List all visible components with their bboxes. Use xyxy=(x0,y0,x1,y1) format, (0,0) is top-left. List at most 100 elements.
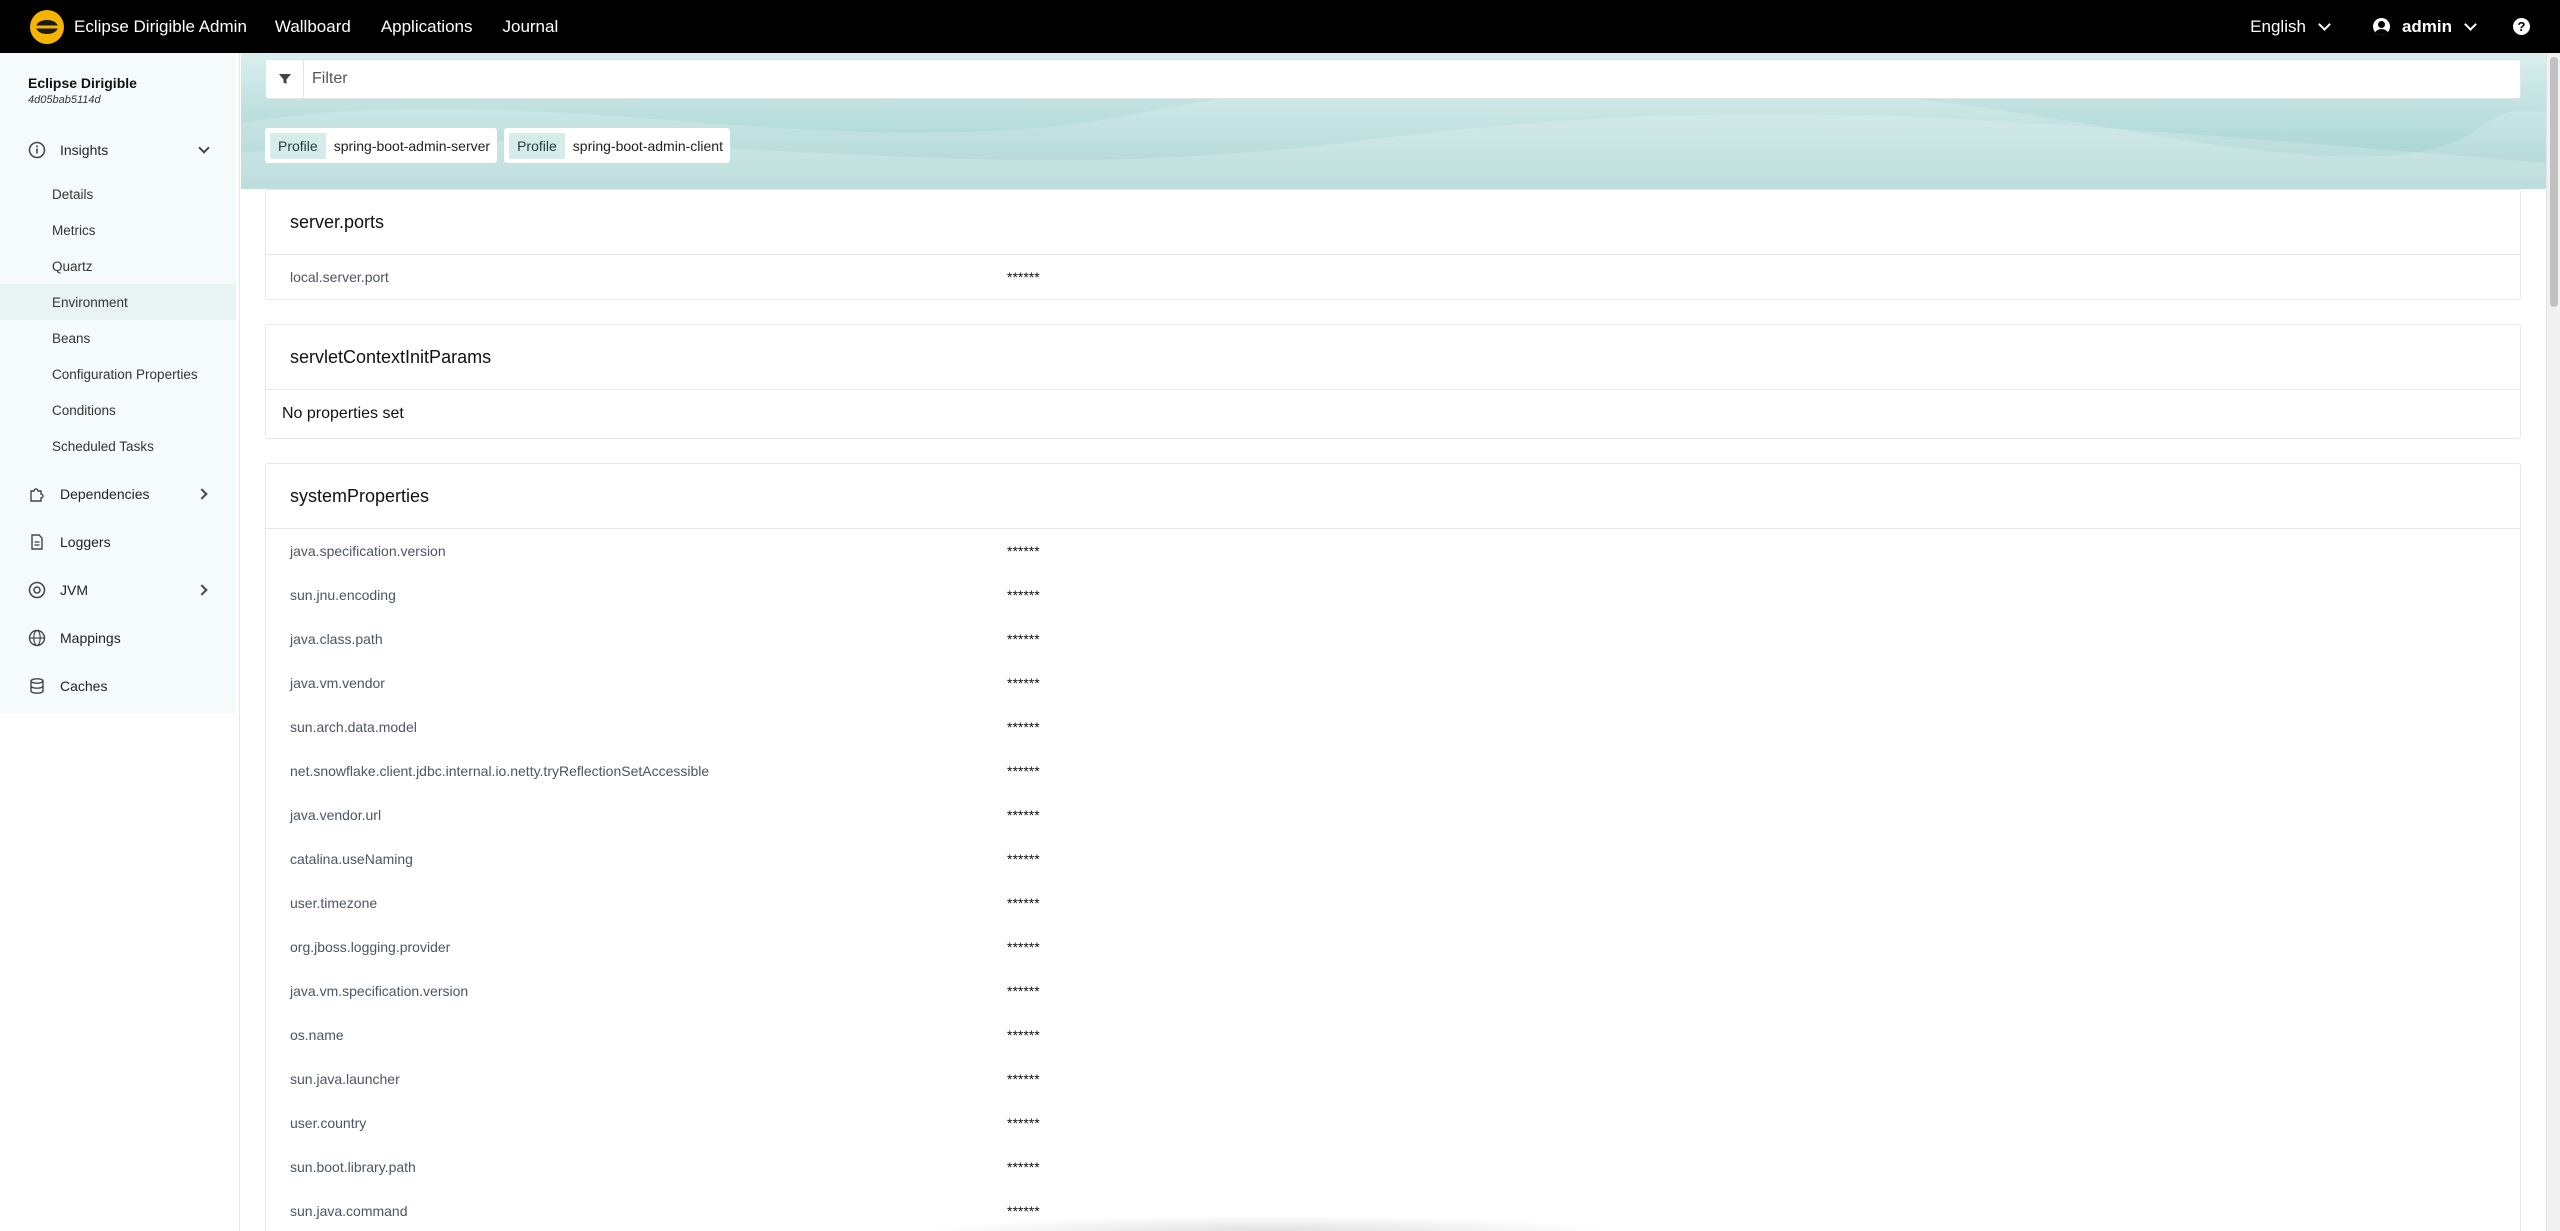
property-source-card: systemProperties java.specification.vers… xyxy=(265,463,2521,1231)
property-value: ****** xyxy=(1007,851,1040,867)
property-value: ****** xyxy=(1007,543,1040,559)
property-value: ****** xyxy=(1007,895,1040,911)
property-row: user.timezone ****** xyxy=(266,881,2520,925)
nav-applications[interactable]: Applications xyxy=(381,17,473,37)
property-list: java.specification.version ****** sun.jnu… xyxy=(266,529,2520,1231)
property-row: java.specification.version ****** xyxy=(266,529,2520,573)
sidebar-item-label: JVM xyxy=(60,582,88,598)
property-row: java.class.path ****** xyxy=(266,617,2520,661)
property-key: catalina.useNaming xyxy=(290,851,413,867)
property-value: ****** xyxy=(1007,983,1040,999)
sidebar-item-beans[interactable]: Beans xyxy=(0,320,236,356)
empty-properties-text: No properties set xyxy=(282,405,404,422)
property-row: java.vendor.url ****** xyxy=(266,793,2520,837)
page-scrollbar[interactable] xyxy=(2546,53,2560,1231)
property-row: catalina.useNaming ****** xyxy=(266,837,2520,881)
sidebar-item-label: Dependencies xyxy=(60,486,150,502)
property-value: ****** xyxy=(1007,763,1040,779)
nav-journal[interactable]: Journal xyxy=(502,17,558,37)
insights-submenu: Details Metrics Quartz Environment Beans… xyxy=(0,176,236,464)
sidebar-insights-panel: Eclipse Dirigible 4d05bab5114d Insights … xyxy=(0,53,236,713)
property-value: ****** xyxy=(1007,587,1040,603)
property-key: org.jboss.logging.provider xyxy=(290,939,451,955)
info-icon xyxy=(28,141,46,159)
chevron-down-icon xyxy=(2318,17,2331,31)
brand-link[interactable]: Eclipse Dirigible Admin xyxy=(30,9,247,44)
brand-title: Eclipse Dirigible Admin xyxy=(74,16,247,36)
sidebar-item-loggers[interactable]: Loggers xyxy=(0,518,236,566)
property-source-title: servletContextInitParams xyxy=(266,325,2520,390)
bottom-shadow xyxy=(920,1216,1620,1231)
property-row: os.name ****** xyxy=(266,1013,2520,1057)
sidebar-item-insights[interactable]: Insights xyxy=(0,126,236,174)
user-name: admin xyxy=(2401,16,2452,36)
property-value: ****** xyxy=(1007,807,1040,823)
filter-icon[interactable] xyxy=(266,60,304,98)
profile-tags: Profile spring-boot-admin-server Profile… xyxy=(265,128,737,163)
property-key: java.class.path xyxy=(290,631,383,647)
property-key: os.name xyxy=(290,1027,344,1043)
property-key: sun.java.command xyxy=(290,1203,408,1219)
language-select[interactable]: English xyxy=(2250,16,2331,37)
sidebar-item-label: Loggers xyxy=(60,534,111,550)
property-key: java.specification.version xyxy=(290,543,446,559)
sidebar-item-scheduled-tasks[interactable]: Scheduled Tasks xyxy=(0,428,236,464)
sidebar-item-quartz[interactable]: Quartz xyxy=(0,248,236,284)
sidebar-item-metrics[interactable]: Metrics xyxy=(0,212,236,248)
property-source-title: systemProperties xyxy=(266,464,2520,529)
property-value: ****** xyxy=(1007,1159,1040,1175)
sidebar-item-configuration-properties[interactable]: Configuration Properties xyxy=(0,356,236,392)
sidebar-item-dependencies[interactable]: Dependencies xyxy=(0,470,236,518)
property-source-title: server.ports xyxy=(266,190,2520,255)
puzzle-icon xyxy=(28,485,46,503)
property-row: sun.java.launcher ****** xyxy=(266,1057,2520,1101)
nav-wallboard[interactable]: Wallboard xyxy=(275,17,351,37)
property-row: sun.jnu.encoding ****** xyxy=(266,573,2520,617)
property-value: ****** xyxy=(1007,1071,1040,1087)
property-row: user.country ****** xyxy=(266,1101,2520,1145)
sidebar-item-jvm[interactable]: JVM xyxy=(0,566,236,614)
property-source-card: servletContextInitParams No properties s… xyxy=(265,324,2521,439)
chevron-right-icon xyxy=(196,488,208,500)
property-value: ****** xyxy=(1007,269,1040,285)
user-icon xyxy=(2372,18,2390,35)
property-value: ****** xyxy=(1007,719,1040,735)
sidebar-item-environment[interactable]: Environment xyxy=(0,284,236,320)
property-row: org.jboss.logging.provider ****** xyxy=(266,925,2520,969)
property-key: sun.arch.data.model xyxy=(290,719,417,735)
property-key: sun.boot.library.path xyxy=(290,1159,416,1175)
sidebar-item-details[interactable]: Details xyxy=(0,176,236,212)
filter-input[interactable] xyxy=(304,61,2504,97)
property-value: ****** xyxy=(1007,1027,1040,1043)
sidebar-item-label: Insights xyxy=(60,142,109,158)
sidebar-item-conditions[interactable]: Conditions xyxy=(0,392,236,428)
dirigible-logo-icon xyxy=(30,9,64,44)
document-icon xyxy=(28,533,46,551)
property-value: ****** xyxy=(1007,939,1040,955)
scrollbar-thumb[interactable] xyxy=(2550,57,2558,307)
profile-tag-value: spring-boot-admin-server xyxy=(333,137,491,154)
help-icon[interactable]: ? xyxy=(2513,18,2530,35)
profile-tag-value: spring-boot-admin-client xyxy=(572,137,723,154)
property-row: sun.boot.library.path ****** xyxy=(266,1145,2520,1189)
property-value: ****** xyxy=(1007,1115,1040,1131)
property-row: java.vm.specification.version ****** xyxy=(266,969,2520,1013)
instance-id: 4d05bab5114d xyxy=(28,94,101,106)
sidebar-item-mappings[interactable]: Mappings xyxy=(0,614,236,662)
language-label: English xyxy=(2250,16,2306,36)
main-content: Profile spring-boot-admin-server Profile… xyxy=(241,53,2546,1231)
property-row: local.server.port ****** xyxy=(266,255,2520,299)
top-navbar: Eclipse Dirigible Admin Wallboard Applic… xyxy=(0,0,2560,53)
property-key: user.country xyxy=(290,1115,367,1131)
chevron-down-icon xyxy=(2464,17,2477,31)
sidebar: Eclipse Dirigible 4d05bab5114d Insights … xyxy=(0,53,240,1231)
profile-tag: Profile spring-boot-admin-client xyxy=(504,128,730,163)
user-menu[interactable]: admin xyxy=(2372,16,2477,37)
property-row: net.snowflake.client.jdbc.internal.io.ne… xyxy=(266,749,2520,793)
jvm-icon xyxy=(28,581,46,599)
property-key: java.vendor.url xyxy=(290,807,382,823)
app-name: Eclipse Dirigible xyxy=(28,75,137,91)
sidebar-item-label: Caches xyxy=(60,678,108,694)
property-row: java.vm.vendor ****** xyxy=(266,661,2520,705)
sidebar-item-caches[interactable]: Caches xyxy=(0,662,236,710)
